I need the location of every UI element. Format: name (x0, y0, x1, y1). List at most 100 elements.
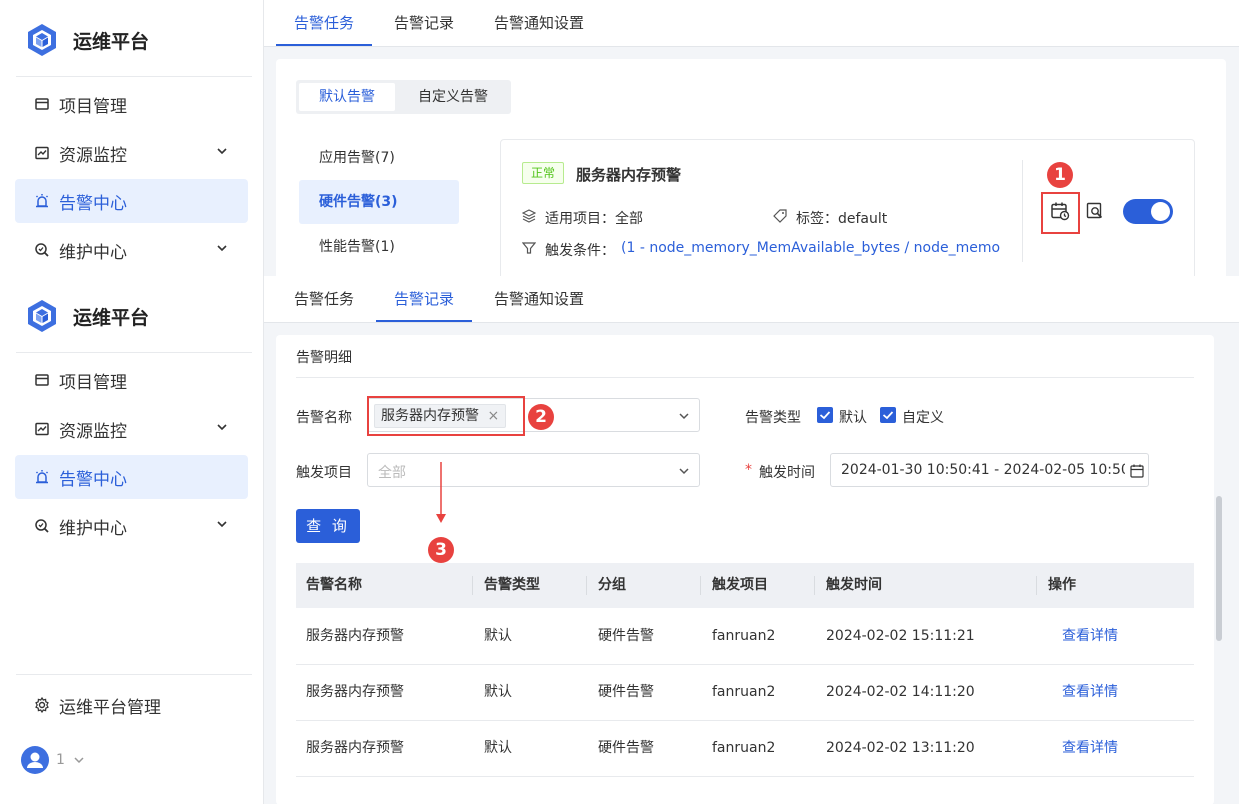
card-divider (1022, 160, 1023, 262)
project-icon (33, 95, 51, 113)
alarm-type-label: 告警类型 (745, 410, 801, 426)
avatar (21, 746, 49, 774)
section-divider (296, 377, 1194, 378)
calendar-icon[interactable] (1130, 464, 1144, 478)
table-row: 服务器内存预警 默认 硬件告警 fanruan2 2024-02-02 14:1… (296, 664, 1194, 721)
arrow-down-annotation (436, 462, 446, 523)
logo: 运维平台 (25, 22, 149, 58)
tab-alarm-record[interactable]: 告警记录 (376, 276, 472, 322)
alarm-name-label: 告警名称 (296, 410, 352, 426)
trigger-project-placeholder: 全部 (378, 465, 406, 481)
cell-time: 2024-02-02 13:11:20 (826, 740, 975, 756)
bottom-tabs: 告警任务 告警记录 告警通知设置 (264, 276, 1239, 323)
sidebar-divider (16, 352, 252, 353)
cell-group: 硬件告警 (598, 740, 654, 756)
trigger-time-label: 触发时间 (759, 465, 815, 481)
cube-logo-icon (28, 300, 56, 332)
tab-alarm-record[interactable]: 告警记录 (382, 0, 466, 46)
table-row: 服务器内存预警 默认 硬件告警 fanruan2 2024-02-02 15:1… (296, 608, 1194, 665)
logo: 运维平台 (25, 298, 149, 334)
segment-custom[interactable]: 自定义告警 (400, 83, 506, 111)
cell-project: fanruan2 (712, 740, 776, 756)
tab-alarm-task[interactable]: 告警任务 (276, 0, 372, 46)
column-separator (472, 576, 473, 595)
view-details-link[interactable]: 查看详情 (1062, 608, 1118, 664)
checkbox-default-label: 默认 (839, 410, 867, 426)
sidebar-item-maintenance[interactable]: 维护中心 (15, 504, 248, 548)
sidebar: 运维平台 项目管理 资源监控 告警中心 维护中心 (0, 0, 264, 276)
preview-icon[interactable] (1086, 202, 1104, 220)
cell-alarm-name: 服务器内存预警 (306, 628, 404, 644)
column-separator (1036, 576, 1037, 595)
cell-alarm-type: 默认 (484, 684, 512, 700)
rule-trigger-label: 触发条件： (545, 243, 615, 259)
category-performance[interactable]: 性能告警(1) (299, 225, 459, 269)
column-header: 触发项目 (712, 577, 768, 593)
column-header: 告警类型 (484, 577, 540, 593)
segment-default[interactable]: 默认告警 (299, 83, 395, 111)
monitor-icon (33, 420, 51, 438)
maintenance-icon (33, 241, 51, 259)
cell-alarm-type: 默认 (484, 740, 512, 756)
alarm-record-panel: 运维平台 项目管理 资源监控 告警中心 维护中心 运维平台管理 1 告警任务 告… (0, 276, 1239, 804)
rule-tag: 标签：default (796, 211, 888, 227)
sidebar-item-maintenance[interactable]: 维护中心 (15, 228, 248, 272)
project-icon (33, 371, 51, 389)
category-hardware[interactable]: 硬件告警(3) (299, 180, 459, 224)
category-app[interactable]: 应用告警(7) (299, 136, 459, 180)
app-title: 运维平台 (73, 306, 150, 329)
trigger-project-label: 触发项目 (296, 465, 352, 481)
tab-alarm-notify[interactable]: 告警通知设置 (484, 276, 594, 322)
cell-time: 2024-02-02 14:11:20 (826, 684, 975, 700)
sidebar-item-alarm[interactable]: 告警中心 (15, 455, 248, 499)
trigger-project-select[interactable]: 全部 (367, 453, 700, 487)
sidebar-item-monitor[interactable]: 资源监控 (15, 131, 248, 175)
rule-trigger-value: (1 - node_memory_MemAvailable_bytes / no… (621, 240, 1001, 256)
callout-3: 3 (428, 537, 454, 563)
cell-group: 硬件告警 (598, 628, 654, 644)
user-name: 1 (56, 752, 65, 768)
rule-enable-toggle[interactable] (1123, 199, 1173, 224)
callout-2: 2 (528, 404, 554, 430)
column-separator (586, 576, 587, 595)
sidebar-item-label: 维护中心 (59, 242, 127, 263)
chevron-down-icon (217, 245, 227, 252)
scrollbar[interactable] (1216, 496, 1222, 641)
maintenance-icon (33, 517, 51, 535)
highlight-box-1 (1041, 192, 1080, 234)
cell-project: fanruan2 (712, 684, 776, 700)
tab-alarm-task[interactable]: 告警任务 (276, 276, 372, 322)
cell-time: 2024-02-02 15:11:21 (826, 628, 975, 644)
column-header: 操作 (1048, 577, 1076, 593)
sidebar: 运维平台 项目管理 资源监控 告警中心 维护中心 运维平台管理 1 (0, 276, 264, 804)
sidebar-item-label: 资源监控 (59, 421, 127, 442)
table-header: 告警名称 告警类型 分组 触发项目 触发时间 操作 (296, 563, 1194, 608)
sidebar-divider (16, 674, 252, 675)
sidebar-item-project[interactable]: 项目管理 (15, 358, 248, 402)
rule-project: 适用项目：全部 (545, 211, 643, 227)
table-row: 服务器内存预警 默认 硬件告警 fanruan2 2024-02-02 13:1… (296, 720, 1194, 777)
section-title: 告警明细 (296, 350, 352, 366)
checkbox-default[interactable] (817, 407, 833, 423)
sidebar-item-monitor[interactable]: 资源监控 (15, 407, 248, 451)
trigger-time-picker[interactable]: 2024-01-30 10:50:41 - 2024-02-05 10:50:4… (830, 453, 1149, 487)
view-details-link[interactable]: 查看详情 (1062, 720, 1118, 776)
app-title: 运维平台 (73, 30, 150, 53)
checkbox-custom[interactable] (880, 407, 896, 423)
sidebar-item-alarm[interactable]: 告警中心 (15, 179, 248, 223)
cube-logo-icon (28, 24, 56, 56)
cell-alarm-name: 服务器内存预警 (306, 740, 404, 756)
chevron-down-icon (217, 521, 227, 528)
tag-icon (773, 209, 787, 223)
sidebar-item-project[interactable]: 项目管理 (15, 82, 248, 126)
query-button[interactable]: 查 询 (296, 509, 360, 543)
chevron-down-icon (74, 757, 84, 764)
filter-icon (522, 242, 536, 254)
cell-alarm-type: 默认 (484, 628, 512, 644)
view-details-link[interactable]: 查看详情 (1062, 664, 1118, 720)
chevron-down-icon (217, 148, 227, 155)
sidebar-item-platform-manage[interactable]: 运维平台管理 (15, 683, 248, 727)
user-menu[interactable]: 1 (21, 746, 85, 774)
tab-alarm-notify[interactable]: 告警通知设置 (484, 0, 594, 46)
chevron-down-icon (679, 468, 689, 475)
